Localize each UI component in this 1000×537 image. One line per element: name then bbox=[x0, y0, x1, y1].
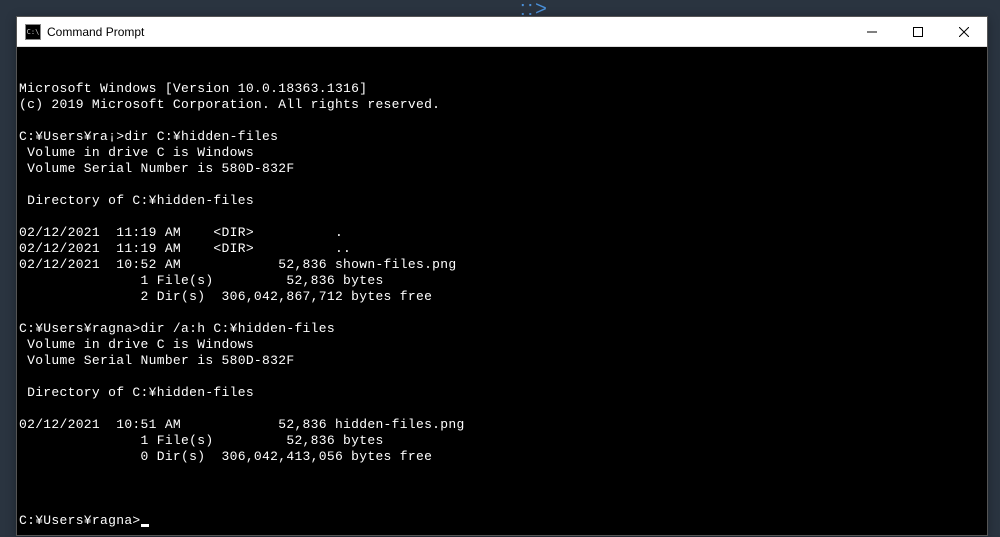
terminal-line: Directory of C:¥hidden-files bbox=[19, 193, 985, 209]
cursor bbox=[141, 524, 149, 527]
terminal-line: 0 Dir(s) 306,042,413,056 bytes free bbox=[19, 449, 985, 465]
terminal-line: Directory of C:¥hidden-files bbox=[19, 385, 985, 401]
terminal-line bbox=[19, 113, 985, 129]
terminal-line: (c) 2019 Microsoft Corporation. All righ… bbox=[19, 97, 985, 113]
terminal-line: Volume in drive C is Windows bbox=[19, 337, 985, 353]
terminal-line: 02/12/2021 10:51 AM 52,836 hidden-files.… bbox=[19, 417, 985, 433]
terminal-line: 1 File(s) 52,836 bytes bbox=[19, 433, 985, 449]
terminal-output[interactable]: Microsoft Windows [Version 10.0.18363.13… bbox=[17, 47, 987, 535]
terminal-line: 1 File(s) 52,836 bytes bbox=[19, 273, 985, 289]
terminal-line: 02/12/2021 11:19 AM <DIR> . bbox=[19, 225, 985, 241]
terminal-line: 2 Dir(s) 306,042,867,712 bytes free bbox=[19, 289, 985, 305]
minimize-button[interactable] bbox=[849, 17, 895, 46]
terminal-line: C:¥Users¥ra¡>dir C:¥hidden-files bbox=[19, 129, 985, 145]
terminal-line: Volume Serial Number is 580D-832F bbox=[19, 161, 985, 177]
titlebar[interactable]: C:\ Command Prompt bbox=[17, 17, 987, 47]
command-prompt-window: C:\ Command Prompt Microsoft Windows [Ve… bbox=[16, 16, 988, 536]
terminal-line: 02/12/2021 10:52 AM 52,836 shown-files.p… bbox=[19, 257, 985, 273]
window-title: Command Prompt bbox=[47, 25, 849, 39]
terminal-line bbox=[19, 177, 985, 193]
terminal-line bbox=[19, 209, 985, 225]
terminal-line bbox=[19, 305, 985, 321]
close-button[interactable] bbox=[941, 17, 987, 46]
terminal-lines: Microsoft Windows [Version 10.0.18363.13… bbox=[19, 81, 985, 481]
terminal-line bbox=[19, 401, 985, 417]
terminal-line: Volume Serial Number is 580D-832F bbox=[19, 353, 985, 369]
prompt-text: C:¥Users¥ragna> bbox=[19, 513, 141, 528]
cmd-icon: C:\ bbox=[25, 24, 41, 40]
terminal-line: Volume in drive C is Windows bbox=[19, 145, 985, 161]
terminal-line: 02/12/2021 11:19 AM <DIR> .. bbox=[19, 241, 985, 257]
maximize-button[interactable] bbox=[895, 17, 941, 46]
terminal-line bbox=[19, 369, 985, 385]
terminal-prompt-line: C:¥Users¥ragna> bbox=[19, 513, 985, 529]
terminal-line: Microsoft Windows [Version 10.0.18363.13… bbox=[19, 81, 985, 97]
window-controls bbox=[849, 17, 987, 46]
terminal-line: C:¥Users¥ragna>dir /a:h C:¥hidden-files bbox=[19, 321, 985, 337]
terminal-line bbox=[19, 465, 985, 481]
